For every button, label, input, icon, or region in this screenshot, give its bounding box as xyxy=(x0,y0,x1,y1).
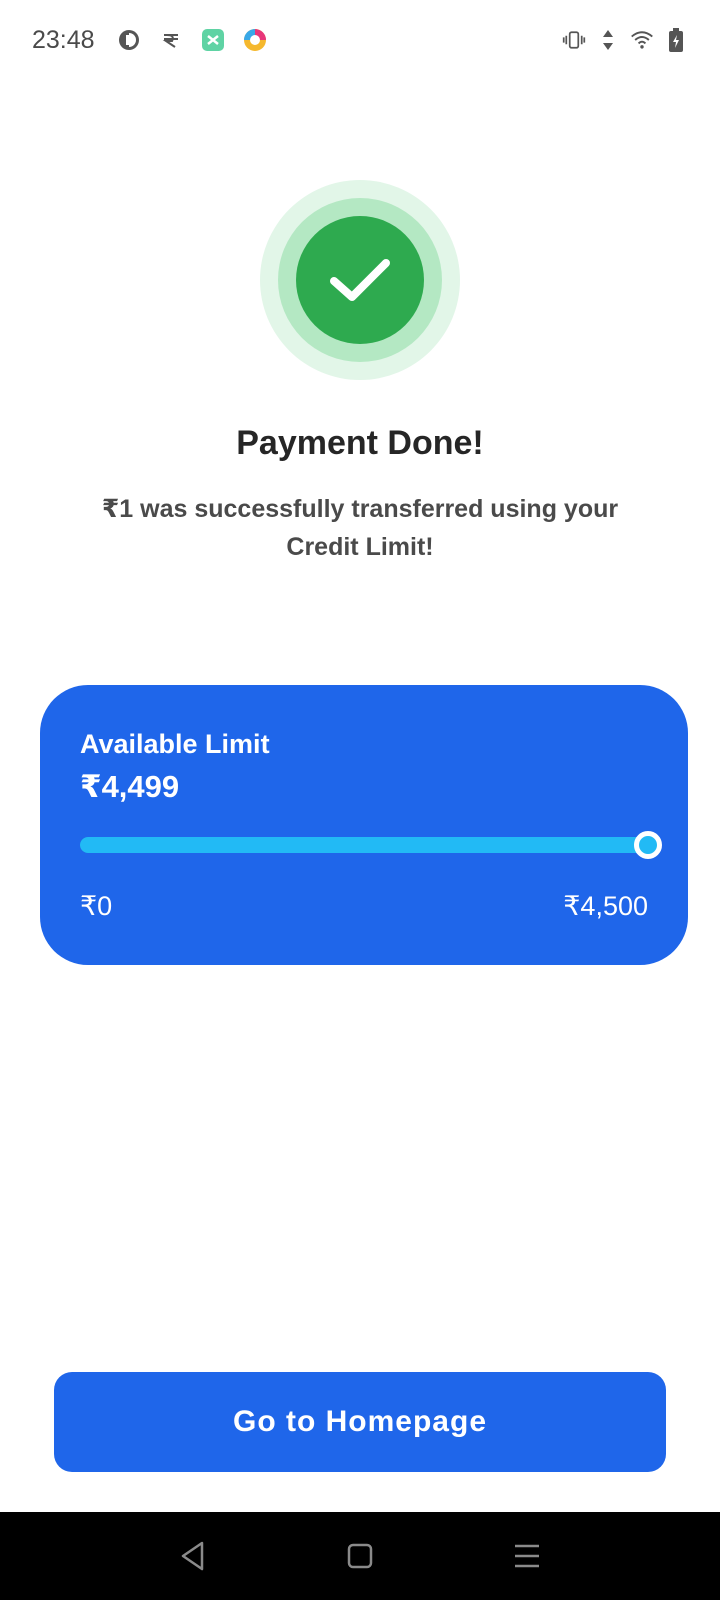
back-icon[interactable] xyxy=(173,1536,213,1576)
limit-max-label: ₹4,500 xyxy=(563,891,648,921)
system-nav-bar xyxy=(0,1512,720,1600)
limit-progress-fill xyxy=(80,837,648,853)
home-icon[interactable] xyxy=(340,1536,380,1576)
data-arrows-icon xyxy=(596,28,620,52)
limit-min-label: ₹0 xyxy=(80,891,113,921)
available-limit-label: Available Limit xyxy=(80,729,270,759)
check-icon xyxy=(296,216,424,344)
success-ring-middle xyxy=(278,198,442,362)
pie-app-icon xyxy=(117,28,141,52)
color-app-icon xyxy=(243,28,267,52)
success-message: ₹1 was successfully transferred using yo… xyxy=(101,495,619,561)
status-bar-right xyxy=(562,28,688,52)
payment-success-screen: 23:48 Payment Done! ₹1 was successfully … xyxy=(0,0,720,1600)
wifi-icon xyxy=(630,28,654,52)
page-title: Payment Done! xyxy=(236,424,484,462)
rupee-app-icon xyxy=(159,28,183,52)
status-time: 23:48 xyxy=(32,25,95,54)
limit-progress-knob xyxy=(633,831,662,859)
success-ring-outer xyxy=(260,180,460,380)
recents-icon[interactable] xyxy=(507,1536,547,1576)
success-badge xyxy=(260,180,460,380)
vibrate-icon xyxy=(562,28,586,52)
status-bar-left: 23:48 xyxy=(32,26,267,55)
limit-progress-track xyxy=(80,831,662,859)
available-limit-value: ₹4,499 xyxy=(80,769,180,804)
status-bar: 23:48 xyxy=(0,0,720,80)
go-to-homepage-button[interactable]: Go to Homepage xyxy=(54,1372,666,1472)
green-app-icon xyxy=(201,28,225,52)
battery-charging-icon xyxy=(664,28,688,52)
available-limit-card: Available Limit ₹4,499 ₹0 ₹4,500 xyxy=(40,685,688,965)
